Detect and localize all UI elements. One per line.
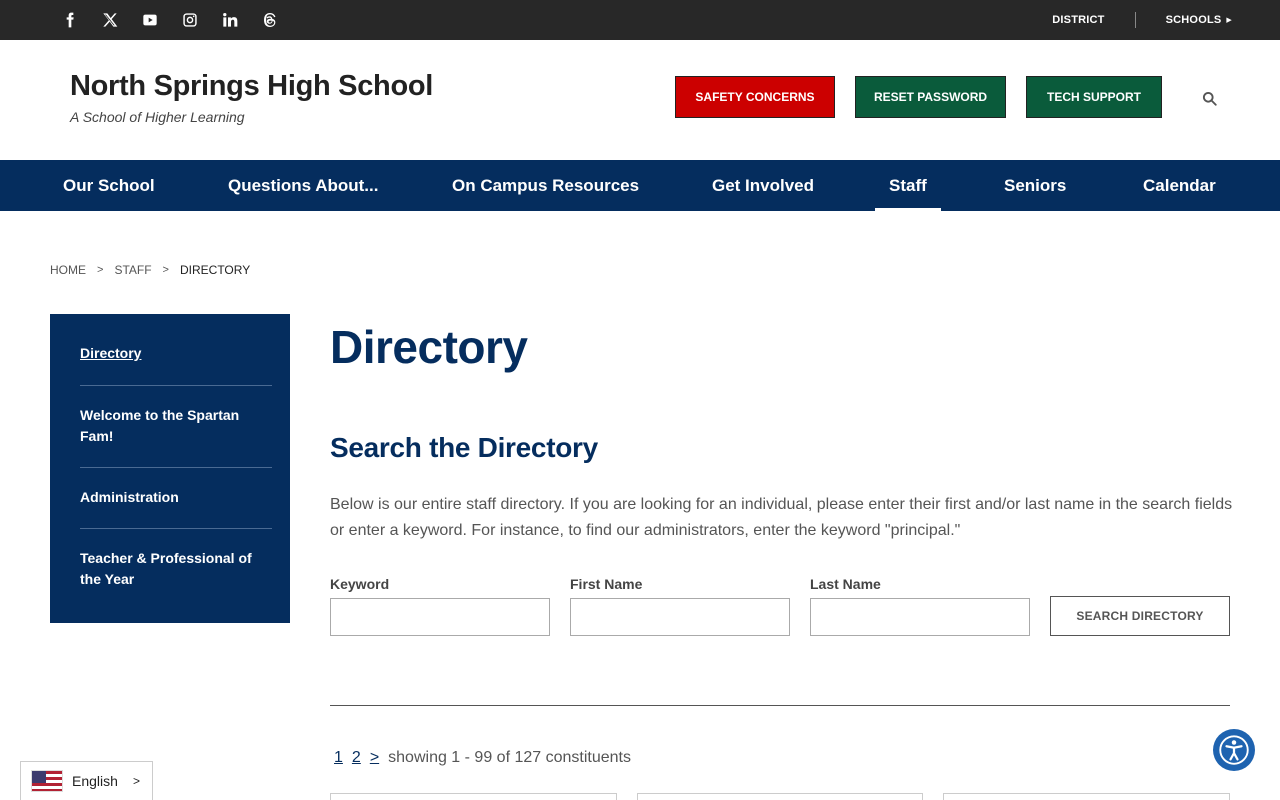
nav-questions-about[interactable]: Questions About... <box>228 160 378 211</box>
keyword-label: Keyword <box>330 576 390 592</box>
chevron-right-icon: > <box>162 264 169 276</box>
threads-icon <box>264 13 276 27</box>
nav-on-campus-resources[interactable]: On Campus Resources <box>452 160 639 211</box>
top-utility-bar: DISTRICT SCHOOLS ▶ <box>0 0 1280 40</box>
next-page-link[interactable]: > <box>370 749 379 767</box>
accessibility-icon <box>1219 735 1249 765</box>
keyword-input[interactable] <box>330 598 550 636</box>
search-directory-button[interactable]: SEARCH DIRECTORY <box>1050 596 1230 636</box>
linkedin-icon <box>223 13 238 27</box>
chevron-right-icon: > <box>132 774 140 788</box>
search-icon <box>1202 91 1217 106</box>
linkedin-link[interactable] <box>220 10 240 30</box>
directory-card[interactable] <box>943 793 1230 800</box>
facebook-icon <box>66 12 74 28</box>
language-name: English <box>72 773 118 789</box>
school-tagline: A School of Higher Learning <box>70 109 245 125</box>
directory-card[interactable] <box>637 793 923 800</box>
sidebar-item-administration[interactable]: Administration <box>80 468 272 529</box>
sidebar-item-teacher-of-the-year[interactable]: Teacher & Professional of the Year <box>80 529 272 590</box>
directory-card[interactable] <box>330 793 617 800</box>
pagination: 1 2 > showing 1 - 99 of 127 constituents <box>330 749 631 767</box>
last-name-label: Last Name <box>810 576 881 592</box>
nav-our-school[interactable]: Our School <box>63 160 155 211</box>
top-links-divider <box>1134 12 1136 28</box>
main-navigation: Our School Questions About... On Campus … <box>0 160 1280 211</box>
reset-password-button[interactable]: RESET PASSWORD <box>855 76 1006 118</box>
tech-support-button[interactable]: TECH SUPPORT <box>1026 76 1162 118</box>
breadcrumb-staff[interactable]: STAFF <box>114 263 151 277</box>
breadcrumb-current: DIRECTORY <box>179 263 251 277</box>
site-header: North Springs High School A School of Hi… <box>0 40 1280 160</box>
nav-calendar[interactable]: Calendar <box>1143 160 1216 211</box>
caret-right-icon: ▶ <box>1226 17 1232 24</box>
nav-get-involved[interactable]: Get Involved <box>712 160 814 211</box>
sidebar-item-directory[interactable]: Directory <box>80 314 272 386</box>
last-name-input[interactable] <box>810 598 1030 636</box>
schools-label: SCHOOLS <box>1165 14 1222 26</box>
page-title: Directory <box>330 321 528 373</box>
page-1-link[interactable]: 1 <box>334 749 343 767</box>
page-2-link[interactable]: 2 <box>352 749 361 767</box>
accessibility-button[interactable] <box>1213 729 1255 771</box>
youtube-icon <box>143 14 157 26</box>
sidebar-item-welcome[interactable]: Welcome to the Spartan Fam! <box>80 386 272 468</box>
breadcrumb-home[interactable]: HOME <box>50 263 86 277</box>
x-twitter-link[interactable] <box>100 10 120 30</box>
results-count: showing 1 - 99 of 127 constituents <box>388 749 631 766</box>
youtube-link[interactable] <box>140 10 160 30</box>
threads-link[interactable] <box>260 10 280 30</box>
first-name-label: First Name <box>570 576 643 592</box>
schools-dropdown[interactable]: SCHOOLS ▶ <box>1166 14 1232 26</box>
section-title: Search the Directory <box>330 432 598 463</box>
chevron-right-icon: > <box>97 264 104 276</box>
school-name[interactable]: North Springs High School <box>70 70 433 103</box>
social-links <box>60 0 300 40</box>
intro-text: Below is our entire staff directory. If … <box>330 496 1233 539</box>
first-name-input[interactable] <box>570 598 790 636</box>
breadcrumb: HOME > STAFF > DIRECTORY <box>50 263 250 277</box>
instagram-link[interactable] <box>180 10 200 30</box>
us-flag-icon <box>31 770 63 792</box>
top-links: DISTRICT SCHOOLS ▶ <box>1052 0 1232 40</box>
x-twitter-icon <box>103 13 118 27</box>
district-link[interactable]: DISTRICT <box>1052 14 1104 26</box>
nav-staff[interactable]: Staff <box>875 160 941 211</box>
safety-concerns-button[interactable]: SAFETY CONCERNS <box>675 76 835 118</box>
content-divider <box>330 705 1230 706</box>
site-search-button[interactable] <box>1198 87 1220 109</box>
language-selector[interactable]: English > <box>20 761 153 800</box>
nav-seniors[interactable]: Seniors <box>1004 160 1066 211</box>
section-sidebar: Directory Welcome to the Spartan Fam! Ad… <box>50 314 290 623</box>
facebook-link[interactable] <box>60 10 80 30</box>
instagram-icon <box>183 13 197 27</box>
